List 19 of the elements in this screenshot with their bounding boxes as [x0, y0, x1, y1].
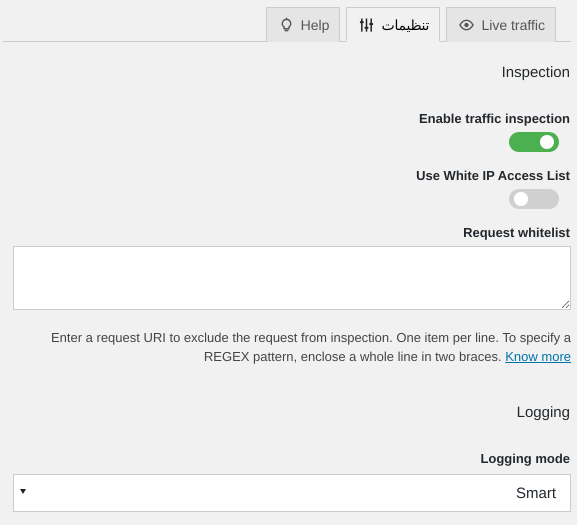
toggle-switch[interactable]	[509, 132, 559, 152]
section-heading: Inspection	[500, 64, 571, 81]
field-label: Logging mode	[479, 451, 571, 466]
field-label: Use White IP Access List	[415, 168, 571, 183]
field-label: Request whitelist	[462, 225, 571, 240]
tab[interactable]: Live traffic	[446, 7, 556, 42]
toggle-switch[interactable]	[509, 189, 559, 209]
caret-icon	[20, 488, 26, 494]
select-field[interactable]: Smart	[13, 474, 571, 512]
help-text: Enter a request URI to exclude the request from inspection. One item per line. To specify a REGEX pattern, enclose a whole line in two braces. Know more	[50, 329, 571, 366]
tab[interactable]: تنظیمات	[346, 7, 440, 42]
lightbulb-icon	[278, 17, 294, 33]
tab[interactable]: Help	[266, 7, 340, 42]
text-area[interactable]	[13, 246, 571, 310]
know-more-link[interactable]: Know more	[505, 349, 571, 364]
section-heading: Logging	[516, 404, 571, 421]
eye-icon	[459, 17, 474, 33]
field-label: Enable traffic inspection	[418, 111, 571, 126]
sliders-icon	[359, 16, 374, 32]
